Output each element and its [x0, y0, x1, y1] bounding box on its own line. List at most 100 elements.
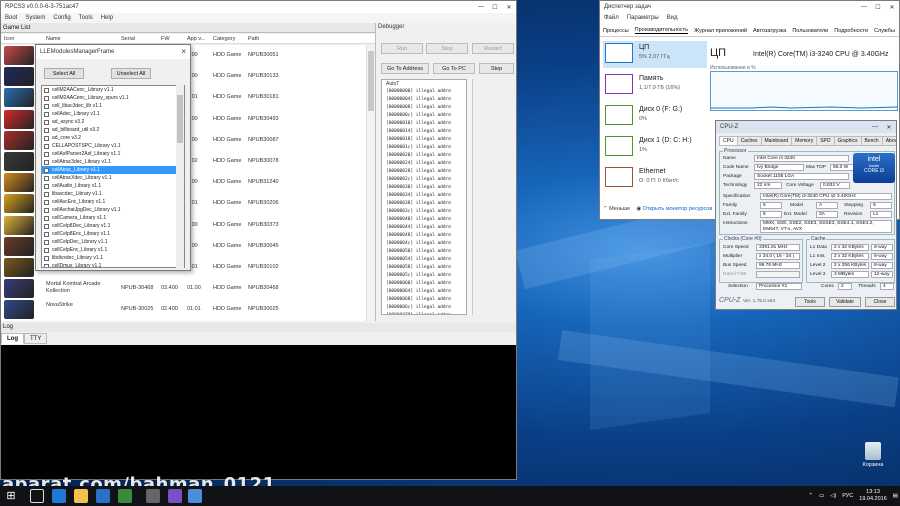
tab-7[interactable]: Службы	[874, 28, 895, 34]
module-checkbox[interactable]	[44, 247, 49, 253]
disassembly-line[interactable]: [0000005c] illegal addre	[382, 272, 466, 280]
disassembly-line[interactable]: [0000006c] illegal addre	[382, 304, 466, 312]
column-path[interactable]: Path	[248, 36, 259, 42]
menu-view[interactable]: Вид	[667, 15, 678, 21]
list-item[interactable]: cell_libac3dec_lib v1.1	[42, 102, 184, 110]
disassembly-line[interactable]: [00000044] illegal addre	[382, 224, 466, 232]
disassembly-line[interactable]: [00000010] illegal addre	[382, 120, 466, 128]
language-indicator[interactable]: РУС	[842, 493, 853, 499]
tab-spd[interactable]: SPD	[816, 136, 835, 146]
restart-button[interactable]: Restart	[472, 43, 514, 54]
module-checkbox[interactable]	[44, 111, 49, 117]
step-over-button[interactable]: Step	[479, 63, 514, 74]
volume-icon[interactable]: ◁)	[830, 493, 836, 499]
maximize-button[interactable]: ☐	[488, 1, 502, 13]
tab-cpu[interactable]: CPU	[719, 136, 738, 146]
disassembly-line[interactable]: [00000060] illegal addre	[382, 280, 466, 288]
disassembly-line[interactable]: [0000000c] illegal addre	[382, 112, 466, 120]
close-button[interactable]: Close	[865, 297, 895, 307]
scrollbar-thumb[interactable]	[368, 51, 374, 111]
close-button[interactable]: ✕	[882, 121, 896, 133]
disassembly-line[interactable]: [00000024] illegal addre	[382, 160, 466, 168]
disassembly-line[interactable]: [0000001c] illegal addre	[382, 144, 466, 152]
module-checkbox[interactable]	[44, 151, 49, 157]
windows-start-icon[interactable]: ⊞	[4, 489, 18, 503]
menu-system[interactable]: System	[25, 15, 45, 21]
menu-config[interactable]: Config	[53, 15, 70, 21]
performance-item[interactable]: Диск 0 (F: G:) 0%	[603, 103, 707, 130]
open-resource-monitor-link[interactable]: Открыть монитор ресурсов	[643, 206, 713, 212]
column-app-version[interactable]: App v...	[187, 36, 205, 42]
tab-about[interactable]: About	[881, 136, 896, 146]
tab-mainboard[interactable]: Mainboard	[760, 136, 793, 146]
disassembly-scrollbar[interactable]	[467, 79, 473, 315]
list-item[interactable]: cellM2AACenc_Library_spurs v1.1	[42, 94, 184, 102]
module-checkbox[interactable]	[44, 135, 49, 141]
edge-icon[interactable]	[52, 489, 66, 503]
performance-item[interactable]: Диск 1 (D: C: H:) 1%	[603, 134, 707, 161]
step-button[interactable]: Step	[426, 43, 468, 54]
list-item[interactable]: cellCelp8Enc_Library v1.1	[42, 230, 184, 238]
tab-tty[interactable]: TTY	[24, 333, 48, 344]
lle-scrollbar[interactable]	[176, 85, 184, 268]
module-checkbox[interactable]	[44, 103, 49, 109]
module-checkbox[interactable]	[44, 143, 49, 149]
less-details-link[interactable]: Меньше	[609, 206, 630, 212]
module-checkbox[interactable]	[44, 215, 49, 221]
disassembly-line[interactable]: [0000003c] illegal addre	[382, 208, 466, 216]
game-list-scrollbar[interactable]	[366, 45, 375, 321]
list-item[interactable]: ad_billboard_util v3.2	[42, 126, 184, 134]
module-checkbox[interactable]	[44, 191, 49, 197]
module-checkbox[interactable]	[44, 95, 49, 101]
tab-graphics[interactable]: Graphics	[833, 136, 862, 146]
list-item[interactable]: cellAvchatJpgDec_Library v1.1	[42, 206, 184, 214]
list-item[interactable]: libdivxdec_Library v1.1	[42, 254, 184, 262]
disassembly-line[interactable]: [00000070] illegal addre	[382, 312, 466, 314]
disassembly-line[interactable]: [0000004c] illegal addre	[382, 240, 466, 248]
tab-4[interactable]: Автозагрузка	[753, 28, 786, 34]
disassembly-line[interactable]: [00000064] illegal addre	[382, 288, 466, 296]
table-row[interactable]: NovaStrike NPUB-30025 02.400 01.01 HDD Game N…	[1, 299, 375, 320]
tab-log[interactable]: Log	[1, 333, 24, 344]
menu-file[interactable]: Файл	[604, 15, 619, 21]
module-checkbox[interactable]	[44, 199, 49, 205]
menu-help[interactable]: Help	[101, 15, 113, 21]
scrollbar-thumb[interactable]	[177, 95, 183, 143]
column-icon[interactable]: Icon	[4, 36, 14, 42]
disassembly-line[interactable]: [00000014] illegal addre	[382, 128, 466, 136]
recycle-bin-icon[interactable]: Корзина	[858, 442, 888, 468]
list-item[interactable]: cellCelpEnc_Library v1.1	[42, 246, 184, 254]
list-item[interactable]: ad_core v3.2	[42, 134, 184, 142]
module-checkbox[interactable]	[44, 255, 49, 261]
close-button[interactable]: ✕	[502, 1, 516, 13]
cpuz-taskbar-icon[interactable]	[168, 489, 182, 503]
module-checkbox[interactable]	[44, 119, 49, 125]
table-row[interactable]: Mortal Kombat Arcade Kollection NPUB-3046…	[1, 278, 375, 299]
list-item[interactable]: cellDmux_Library v1.1	[42, 262, 184, 267]
selection-dropdown[interactable]: Processor #1	[756, 283, 802, 290]
disassembly-line[interactable]: [00000030] illegal addre	[382, 184, 466, 192]
menu-tools[interactable]: Tools	[79, 15, 93, 21]
module-checkbox[interactable]	[44, 207, 49, 213]
list-item[interactable]: ✓ cellAtrac_Library v1.1	[42, 166, 184, 174]
tab-memory[interactable]: Memory	[791, 136, 818, 146]
module-checkbox[interactable]	[44, 127, 49, 133]
module-checkbox[interactable]	[44, 87, 49, 93]
module-checkbox[interactable]	[44, 175, 49, 181]
list-item[interactable]: cellAtrac3dec_Library v1.1	[42, 158, 184, 166]
module-checkbox[interactable]	[44, 223, 49, 229]
disassembly-line[interactable]: [00000004] illegal addre	[382, 96, 466, 104]
task-view-icon[interactable]	[30, 489, 44, 503]
disassembly-line[interactable]: [00000050] illegal addre	[382, 248, 466, 256]
column-fw[interactable]: FW	[161, 36, 170, 42]
list-item[interactable]: cellAvcEnc_Library v1.1	[42, 198, 184, 206]
tools-button[interactable]: Tools	[795, 297, 825, 307]
file-explorer-icon[interactable]	[74, 489, 88, 503]
disassembly-line[interactable]: [00000040] illegal addre	[382, 216, 466, 224]
select-all-button[interactable]: Select All	[44, 68, 84, 79]
tab-5[interactable]: Пользователи	[792, 28, 828, 34]
log-output[interactable]	[1, 345, 516, 479]
store-icon[interactable]	[96, 489, 110, 503]
list-item[interactable]: ad_async v3.2	[42, 118, 184, 126]
disassembly-line[interactable]: [00000058] illegal addre	[382, 264, 466, 272]
